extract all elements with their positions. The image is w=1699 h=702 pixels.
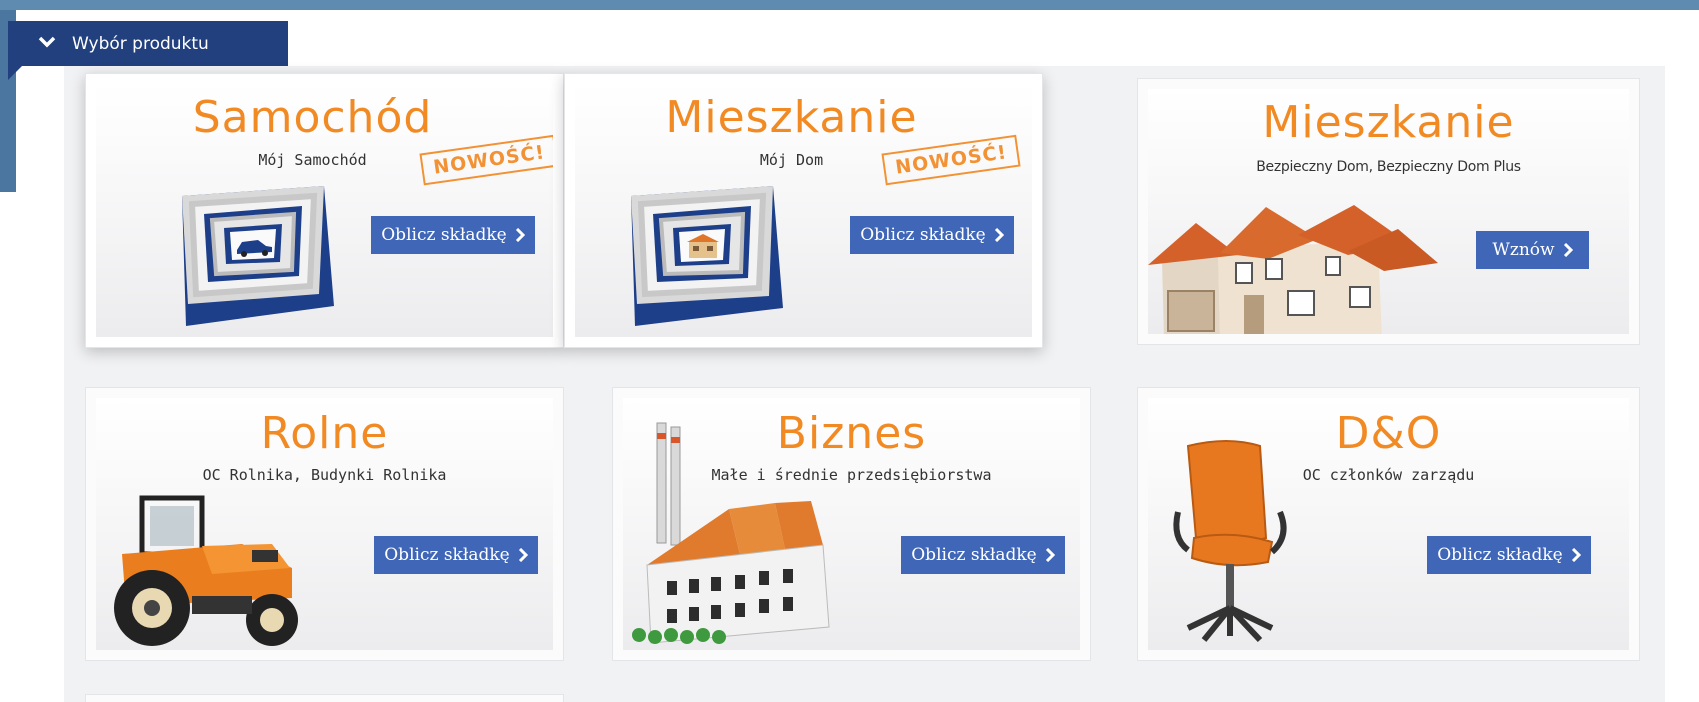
button-label: Wznów [1492,240,1555,260]
product-grid: Samochód Mój Samochód NOWOŚĆ! Oblicz skł… [64,66,1665,702]
office-chair-image [1168,438,1318,648]
card-inner: Rolne OC Rolnika, Budynki Rolnika Oblicz… [96,398,553,650]
product-card-car[interactable]: Samochód Mój Samochód NOWOŚĆ! Oblicz skł… [85,73,564,348]
chevron-right-icon [1045,548,1055,562]
chevron-right-icon [994,228,1004,242]
house-box-image [621,176,791,336]
calculate-premium-button[interactable]: Oblicz składkę [371,216,535,254]
chevron-right-icon [515,228,525,242]
button-label: Oblicz składkę [384,545,510,565]
button-label: Oblicz składkę [381,225,507,245]
card-inner: Mieszkanie Bezpieczny Dom, Bezpieczny Do… [1148,89,1629,334]
house-image [1148,199,1448,334]
card-inner: Biznes Małe i średnie przedsiębiorstwa O… [623,398,1080,650]
section-title: Wybór produktu [72,33,209,54]
button-label: Oblicz składkę [1437,545,1563,565]
product-card-safe-home[interactable]: Mieszkanie Bezpieczny Dom, Bezpieczny Do… [1137,78,1640,345]
product-card-business[interactable]: Biznes Małe i średnie przedsiębiorstwa O… [612,387,1091,661]
product-subtitle: OC Rolnika, Budynki Rolnika [202,466,447,484]
car-box-image [174,176,339,336]
product-title: Mieszkanie [665,92,918,143]
card-inner: Samochód Mój Samochód NOWOŚĆ! Oblicz skł… [96,84,553,337]
card-inner: Mieszkanie Mój Dom NOWOŚĆ! Oblicz składk… [575,84,1032,337]
button-label: Oblicz składkę [860,225,986,245]
factory-image [623,413,873,650]
card-inner: D&O OC członków zarządu Oblicz składkę [1148,398,1629,650]
resume-button[interactable]: Wznów [1476,231,1589,269]
chevron-down-icon [38,36,56,48]
chevron-right-icon [518,548,528,562]
product-title: Mieszkanie [1262,97,1515,148]
product-subtitle: Bezpieczny Dom, Bezpieczny Dom Plus [1256,159,1521,175]
product-card-agricultural[interactable]: Rolne OC Rolnika, Budynki Rolnika Oblicz… [85,387,564,661]
calculate-premium-button[interactable]: Oblicz składkę [374,536,538,574]
header-notch [8,66,22,80]
product-card-partial [85,694,564,702]
chevron-right-icon [1563,243,1573,257]
tractor-image [102,488,312,650]
product-selection-toggle[interactable]: Wybór produktu [8,21,288,66]
product-title: Samochód [192,92,433,143]
button-label: Oblicz składkę [911,545,1037,565]
calculate-premium-button[interactable]: Oblicz składkę [1427,536,1591,574]
product-card-my-home[interactable]: Mieszkanie Mój Dom NOWOŚĆ! Oblicz składk… [564,73,1043,348]
chevron-right-icon [1571,548,1581,562]
calculate-premium-button[interactable]: Oblicz składkę [850,216,1014,254]
product-card-directors-officers[interactable]: D&O OC członków zarządu Oblicz składkę [1137,387,1640,661]
calculate-premium-button[interactable]: Oblicz składkę [901,536,1065,574]
product-title: Rolne [260,408,389,459]
